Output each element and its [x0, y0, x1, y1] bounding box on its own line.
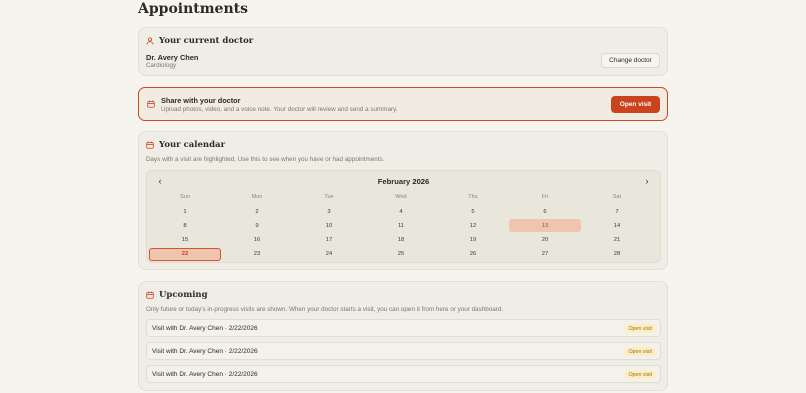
weekday-label: Sun — [180, 194, 190, 200]
current-doctor-card: Your current doctor Dr. Avery Chen Cardi… — [138, 27, 668, 76]
calendar-day[interactable]: 4 — [365, 205, 437, 218]
visit-title: Visit with Dr. Avery Chen · 2/22/2026 — [152, 325, 258, 332]
upcoming-visit-row[interactable]: Visit with Dr. Avery Chen · 2/22/2026 Op… — [146, 342, 661, 360]
calendar-day[interactable]: 26 — [437, 248, 509, 261]
calendar-day[interactable]: 18 — [365, 234, 437, 247]
current-doctor-heading: Your current doctor — [146, 36, 253, 46]
calendar-day[interactable]: 11 — [365, 219, 437, 232]
calendar-day[interactable]: 27 — [509, 248, 581, 261]
weekday-label: Tue — [324, 194, 334, 200]
open-visit-badge[interactable]: Open visit — [625, 347, 655, 356]
calendar-month-label: February 2026 — [377, 177, 430, 186]
weekday-label: Mon — [251, 194, 263, 200]
calendar-day[interactable]: 8 — [149, 219, 221, 232]
calendar-title: Your calendar — [159, 140, 226, 150]
calendar-icon — [146, 291, 154, 299]
change-doctor-button[interactable]: Change doctor — [601, 53, 660, 68]
calendar-day[interactable]: 25 — [365, 248, 437, 261]
upcoming-visit-row[interactable]: Visit with Dr. Avery Chen · 2/22/2026 Op… — [146, 365, 661, 383]
page-title: Appointments — [138, 1, 248, 17]
upcoming-card: Upcoming Only future or today's in-progr… — [138, 281, 668, 391]
visit-title: Visit with Dr. Avery Chen · 2/22/2026 — [152, 348, 258, 355]
upcoming-heading: Upcoming — [146, 290, 208, 300]
calendar-day[interactable]: 1 — [149, 205, 221, 218]
calendar-day[interactable]: 13 — [509, 219, 581, 233]
calendar-day[interactable]: 20 — [509, 234, 581, 247]
weekday-label: Sat — [612, 194, 622, 200]
calendar-day[interactable]: 12 — [437, 219, 509, 232]
calendar-day[interactable]: 21 — [581, 234, 653, 247]
calendar-day[interactable]: 24 — [293, 248, 365, 261]
calendar-day[interactable]: 19 — [437, 234, 509, 247]
calendar-day[interactable]: 15 — [149, 234, 221, 247]
share-title: Share with your doctor — [161, 96, 241, 105]
calendar-card: Your calendar Days with a visit are high… — [138, 131, 668, 270]
calendar-day[interactable]: 6 — [509, 205, 581, 218]
weekday-label: Thu — [468, 194, 478, 200]
next-month-button[interactable]: › — [641, 176, 653, 186]
upcoming-description: Only future or today's in-progress visit… — [146, 306, 504, 313]
calendar-day[interactable]: 22 — [149, 247, 221, 261]
calendar-icon — [146, 141, 154, 149]
weekday-label: Wed — [395, 194, 407, 200]
upcoming-visit-row[interactable]: Visit with Dr. Avery Chen · 2/22/2026 Op… — [146, 319, 661, 337]
calendar-heading: Your calendar — [146, 140, 225, 150]
calendar-description: Days with a visit are highlighted. Use t… — [146, 156, 385, 163]
calendar-day[interactable]: 10 — [293, 219, 365, 232]
weekday-label: Fri — [541, 194, 549, 200]
doctor-name: Dr. Avery Chen — [146, 53, 199, 62]
calendar-day[interactable]: 16 — [221, 234, 293, 247]
share-with-doctor-card: Share with your doctor Upload photos, vi… — [138, 87, 668, 121]
calendar-day[interactable]: 2 — [221, 205, 293, 218]
calendar-day[interactable]: 23 — [221, 248, 293, 261]
calendar-day[interactable]: 7 — [581, 205, 653, 218]
open-visit-button[interactable]: Open visit — [611, 96, 660, 113]
calendar-day[interactable]: 9 — [221, 219, 293, 232]
calendar-day[interactable]: 3 — [293, 205, 365, 218]
calendar-day[interactable]: 17 — [293, 234, 365, 247]
calendar-grid: ‹ February 2026 › Sun Mon Tue Wed Thu Fri Sat 1… — [146, 170, 661, 263]
visit-title: Visit with Dr. Avery Chen · 2/22/2026 — [152, 371, 258, 378]
open-visit-badge[interactable]: Open visit — [625, 370, 655, 379]
user-icon — [146, 37, 154, 45]
current-doctor-title: Your current doctor — [159, 36, 254, 46]
open-visit-badge[interactable]: Open visit — [625, 324, 655, 333]
calendar-day[interactable]: 5 — [437, 205, 509, 218]
share-subtitle: Upload photos, video, and a voice note. … — [161, 106, 398, 113]
calendar-icon — [147, 100, 155, 108]
calendar-day[interactable]: 14 — [581, 219, 653, 232]
upcoming-title: Upcoming — [159, 290, 208, 300]
doctor-specialty: Cardiology — [146, 62, 177, 69]
calendar-day[interactable]: 28 — [581, 248, 653, 261]
